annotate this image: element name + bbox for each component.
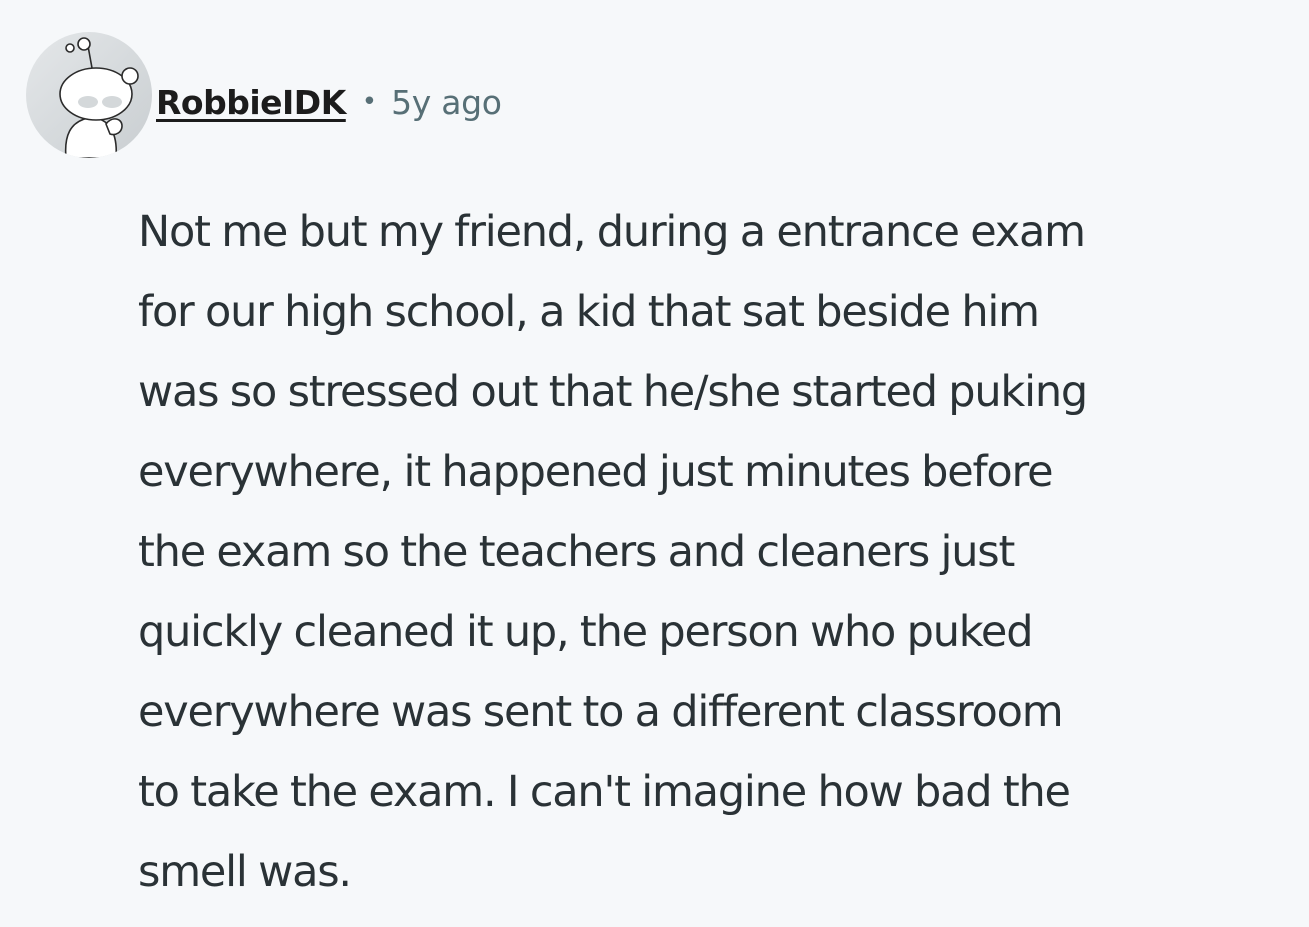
- comment-body-line: everywhere, it happened just minutes bef…: [138, 447, 1054, 497]
- comment-body-line: everywhere was sent to a different class…: [138, 687, 1064, 737]
- comment-body-line: was so stressed out that he/she started …: [138, 367, 1088, 417]
- meta-separator: •: [361, 87, 378, 117]
- comment-body-line: quickly cleaned it up, the person who pu…: [138, 607, 1033, 657]
- username-link[interactable]: RobbieIDK: [156, 83, 346, 122]
- comment-body-line: Not me but my friend, during a entrance …: [138, 207, 1086, 257]
- comment-body-line: the exam so the teachers and cleaners ju…: [138, 527, 1015, 577]
- timestamp[interactable]: 5y ago: [391, 83, 502, 122]
- comment-meta: RobbieIDK • 5y ago: [156, 76, 502, 128]
- comment-body-line: for our high school, a kid that sat besi…: [138, 287, 1040, 337]
- comment-body: Not me but my friend, during a entrance …: [138, 192, 1303, 912]
- comment: RobbieIDK • 5y ago Not me but my friend,…: [0, 0, 1309, 927]
- reddit-snoo-avatar-icon[interactable]: [26, 32, 152, 158]
- comment-body-line: smell was.: [138, 847, 352, 897]
- comment-body-line: to take the exam. I can't imagine how ba…: [138, 767, 1071, 817]
